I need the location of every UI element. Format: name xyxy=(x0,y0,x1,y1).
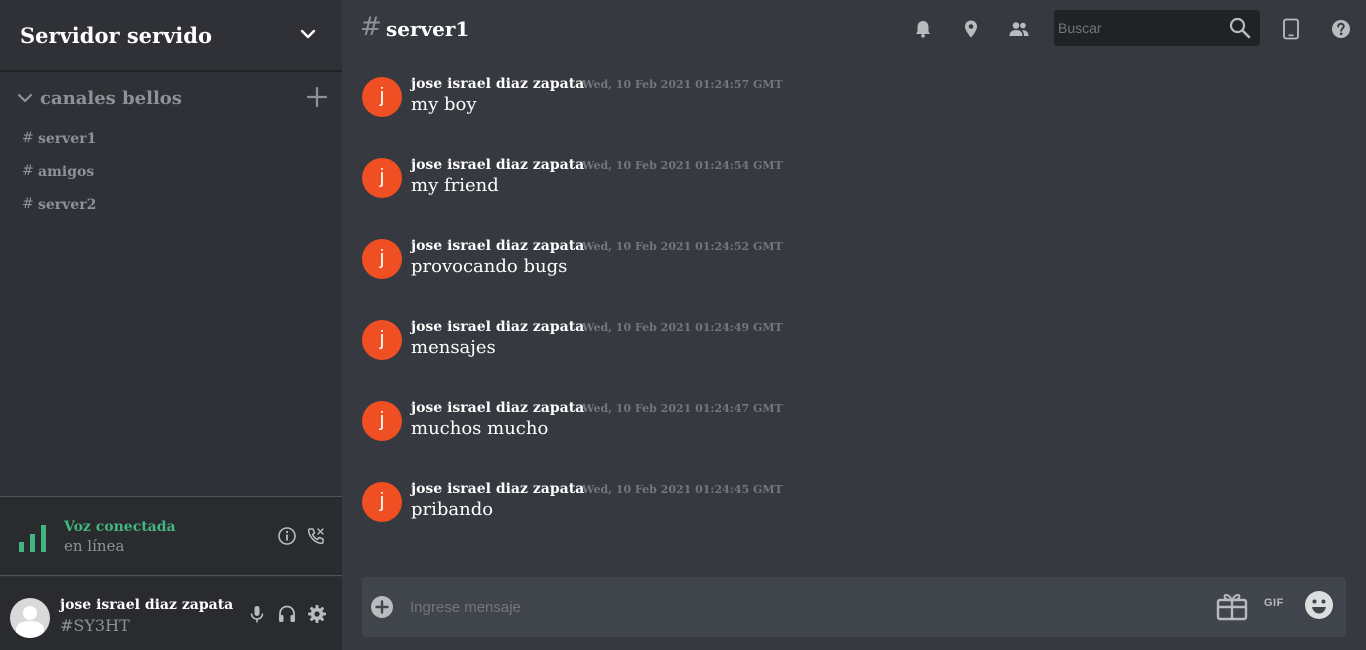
message-author[interactable]: jose israel diaz zapata xyxy=(411,481,584,497)
gear-icon[interactable] xyxy=(307,604,327,624)
user-silhouette-icon xyxy=(16,606,44,638)
message-item: j jose israel diaz zapata Wed, 10 Feb 20… xyxy=(362,238,1062,299)
message-author[interactable]: jose israel diaz zapata xyxy=(411,400,584,416)
gift-icon[interactable] xyxy=(1216,591,1248,621)
emoji-icon[interactable] xyxy=(1304,590,1334,620)
pin-icon[interactable] xyxy=(960,18,982,40)
message-author[interactable]: jose israel diaz zapata xyxy=(411,238,584,254)
voice-status-sub: en línea xyxy=(64,537,125,555)
server-header[interactable]: Servidor servido xyxy=(0,0,342,72)
message-text: muchos mucho xyxy=(411,418,549,439)
chevron-down-icon[interactable] xyxy=(17,90,33,106)
message-item: j jose israel diaz zapata Wed, 10 Feb 20… xyxy=(362,76,1062,137)
message-timestamp: Wed, 10 Feb 2021 01:24:49 GMT xyxy=(582,321,783,334)
server-name: Servidor servido xyxy=(20,22,212,48)
hash-icon: # xyxy=(22,163,34,179)
avatar[interactable]: j xyxy=(362,77,402,117)
message-author[interactable]: jose israel diaz zapata xyxy=(411,76,584,92)
message-text: provocando bugs xyxy=(411,256,568,277)
avatar[interactable]: j xyxy=(362,482,402,522)
message-author[interactable]: jose israel diaz zapata xyxy=(411,319,584,335)
gif-button[interactable]: GIF xyxy=(1264,597,1284,609)
message-timestamp: Wed, 10 Feb 2021 01:24:45 GMT xyxy=(582,483,783,496)
voice-connection-panel: Voz conectada en línea xyxy=(0,496,342,576)
main-chat: # server1 Buscar j jose israel diaz zapa… xyxy=(342,0,1366,650)
microphone-icon[interactable] xyxy=(247,604,267,624)
people-icon[interactable] xyxy=(1008,18,1030,40)
message-text: my boy xyxy=(411,94,477,115)
sidebar: Servidor servido canales bellos # server… xyxy=(0,0,342,650)
chevron-down-icon[interactable] xyxy=(298,24,318,44)
tablet-icon[interactable] xyxy=(1280,18,1302,40)
category-label: canales bellos xyxy=(40,88,182,109)
search-box[interactable] xyxy=(1054,10,1260,46)
message-composer: GIF xyxy=(362,577,1346,637)
signal-bars-icon xyxy=(19,525,46,552)
hash-icon: # xyxy=(22,130,34,146)
message-item: j jose israel diaz zapata Wed, 10 Feb 20… xyxy=(362,400,1062,461)
channel-label: amigos xyxy=(38,164,95,180)
channel-item-amigos[interactable]: # amigos xyxy=(0,159,342,187)
page-title: server1 xyxy=(386,17,470,41)
channel-topbar: # server1 xyxy=(342,0,1366,60)
channel-category[interactable]: canales bellos xyxy=(0,84,342,114)
message-timestamp: Wed, 10 Feb 2021 01:24:54 GMT xyxy=(582,159,783,172)
message-author[interactable]: jose israel diaz zapata xyxy=(411,157,584,173)
bell-icon[interactable] xyxy=(912,18,934,40)
hash-icon: # xyxy=(360,12,382,42)
voice-status-title: Voz conectada xyxy=(64,519,176,535)
avatar[interactable]: j xyxy=(362,239,402,279)
headphones-icon[interactable] xyxy=(277,604,297,624)
hash-icon: # xyxy=(22,196,34,212)
avatar[interactable]: j xyxy=(362,320,402,360)
message-text: pribando xyxy=(411,499,494,520)
message-input[interactable] xyxy=(410,595,1190,619)
help-icon[interactable] xyxy=(1330,18,1352,40)
avatar[interactable]: j xyxy=(362,401,402,441)
avatar[interactable] xyxy=(10,598,50,638)
message-text: mensajes xyxy=(411,337,496,358)
message-timestamp: Wed, 10 Feb 2021 01:24:57 GMT xyxy=(582,78,783,91)
search-input[interactable] xyxy=(1058,16,1218,40)
user-name: jose israel diaz zapata xyxy=(60,597,234,613)
channel-label: server2 xyxy=(38,197,97,213)
plus-icon[interactable] xyxy=(306,86,328,108)
message-item: j jose israel diaz zapata Wed, 10 Feb 20… xyxy=(362,481,1062,542)
channel-item-server1[interactable]: # server1 xyxy=(0,126,342,154)
message-timestamp: Wed, 10 Feb 2021 01:24:47 GMT xyxy=(582,402,783,415)
message-item: j jose israel diaz zapata Wed, 10 Feb 20… xyxy=(362,319,1062,380)
plus-circle-icon[interactable] xyxy=(370,595,394,619)
message-text: my friend xyxy=(411,175,499,196)
message-item: j jose israel diaz zapata Wed, 10 Feb 20… xyxy=(362,157,1062,218)
channel-item-server2[interactable]: # server2 xyxy=(0,192,342,220)
message-timestamp: Wed, 10 Feb 2021 01:24:52 GMT xyxy=(582,240,783,253)
avatar[interactable]: j xyxy=(362,158,402,198)
info-icon[interactable] xyxy=(277,526,297,546)
user-tag: #SY3HT xyxy=(60,616,130,635)
user-panel: jose israel diaz zapata #SY3HT xyxy=(0,577,342,650)
search-icon[interactable] xyxy=(1228,16,1252,40)
channel-label: server1 xyxy=(38,131,97,147)
phone-icon[interactable] xyxy=(306,526,326,546)
